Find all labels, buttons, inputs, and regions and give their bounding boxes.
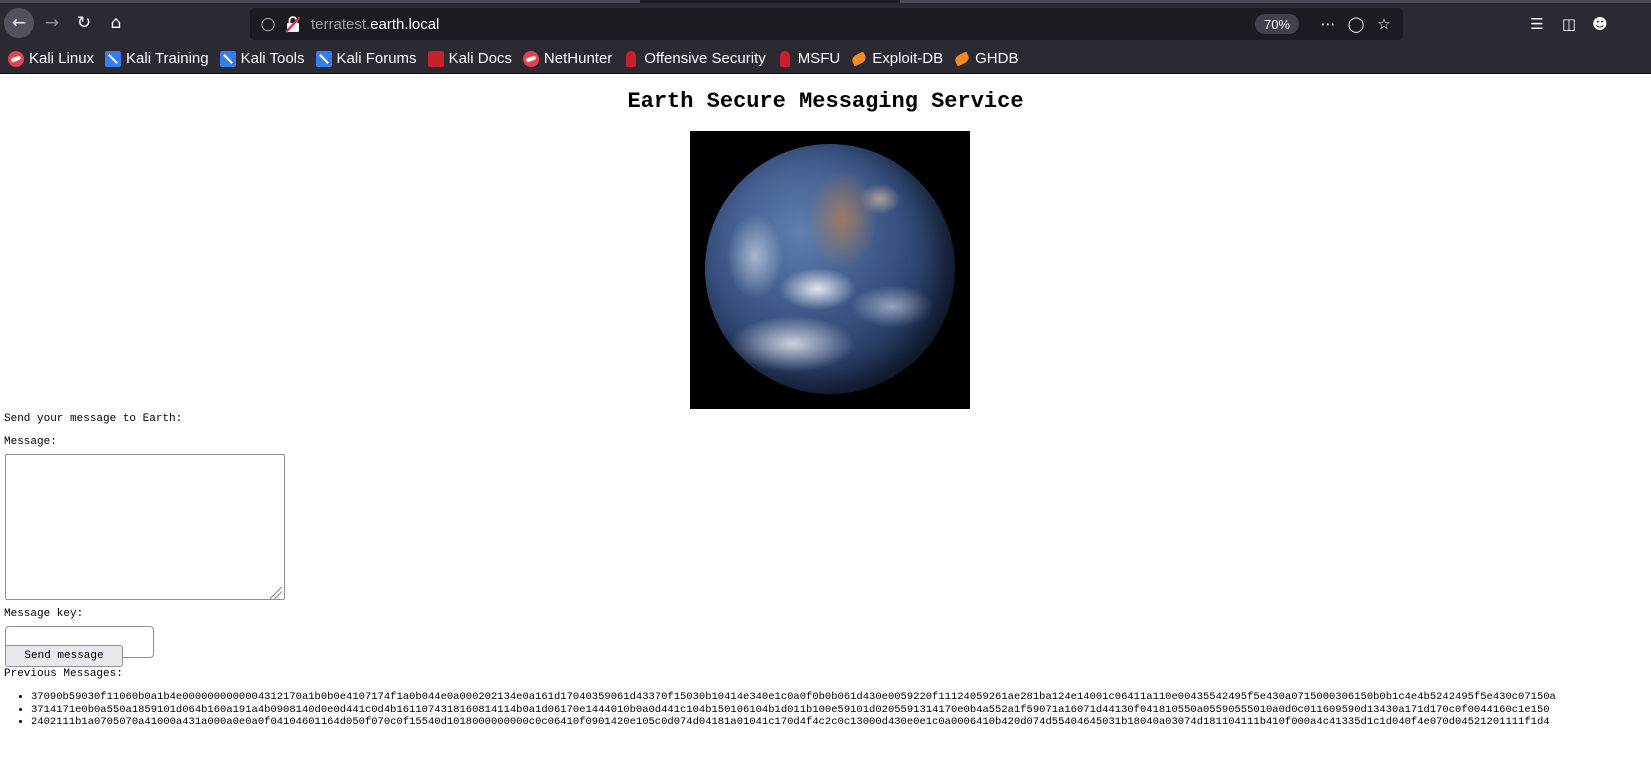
kali-training-icon — [219, 50, 236, 67]
account-icon[interactable]: ☻ — [1588, 12, 1612, 36]
bookmark-nethunter[interactable]: NetHunter — [522, 50, 612, 67]
previous-messages-label: Previous Messages: — [4, 668, 123, 680]
star-icon[interactable]: ☆ — [1373, 13, 1395, 35]
resize-grip-icon[interactable] — [270, 587, 282, 599]
kali-training-icon — [315, 50, 332, 67]
offsec-icon — [779, 50, 790, 67]
page-title: Earth Secure Messaging Service — [627, 89, 1024, 114]
list-item: 2402111b1a0705070a41000a431a000a0e0a0f04… — [31, 716, 1651, 729]
bookmark-kali-linux[interactable]: Kali Linux — [8, 50, 94, 67]
send-message-button[interactable]: Send message — [5, 645, 123, 667]
kali-training-icon — [105, 50, 122, 67]
offsec-icon — [626, 50, 637, 67]
bookmark-offensive-security[interactable]: Offensive Security — [623, 50, 766, 67]
bookmark-kali-training[interactable]: Kali Training — [105, 50, 209, 67]
bookmark-exploit-db[interactable]: Exploit-DB — [851, 50, 943, 67]
earth-globe-image — [690, 131, 970, 409]
navigation-toolbar: ← → ↻ ⌂ ◯ terratest.earth.local 70% ⋯ ◯ … — [0, 3, 1651, 44]
bookmark-kali-forums[interactable]: Kali Forums — [315, 50, 417, 67]
bookmark-kali-tools[interactable]: Kali Tools — [219, 50, 305, 67]
bookmark-ghdb[interactable]: GHDB — [954, 50, 1018, 67]
kali-dragon-icon — [522, 50, 539, 67]
message-key-label: Message key: — [4, 608, 84, 620]
back-arrow-icon[interactable]: ← — [4, 8, 34, 38]
reload-icon[interactable]: ↻ — [69, 8, 99, 38]
message-textarea[interactable] — [5, 454, 285, 600]
bookmark-msfu[interactable]: MSFU — [777, 50, 840, 67]
forward-arrow-icon[interactable]: → — [37, 8, 67, 38]
bookmark-kali-docs[interactable]: Kali Docs — [427, 50, 512, 67]
zoom-level-badge[interactable]: 70% — [1254, 14, 1299, 34]
bookmarks-toolbar: Kali Linux Kali Training Kali Tools Kali… — [0, 44, 1651, 74]
home-icon[interactable]: ⌂ — [101, 8, 131, 38]
earth-globe — [705, 144, 955, 394]
list-item: 3714171e0b0a550a1859101d064b160a191a4b09… — [31, 704, 1651, 717]
page-content: Earth Secure Messaging Service Send your… — [0, 75, 1651, 777]
tracking-shield-icon[interactable]: ◯ — [258, 17, 278, 32]
exploit-db-icon — [851, 51, 867, 67]
library-icon[interactable]: ☰ — [1525, 12, 1549, 36]
more-horizontal-icon[interactable]: ⋯ — [1317, 13, 1339, 35]
previous-messages-list: 37090b59030f11060b0a1b4e0000000000004312… — [0, 691, 1651, 729]
send-message-heading: Send your message to Earth: — [4, 413, 183, 425]
kali-dragon-icon — [8, 50, 24, 67]
insecure-lock-icon[interactable] — [284, 15, 302, 33]
url-text[interactable]: terratest.earth.local — [311, 16, 439, 33]
kali-docs-icon — [427, 50, 444, 67]
list-item: 37090b59030f11060b0a1b4e0000000000004312… — [31, 691, 1651, 704]
message-label: Message: — [4, 436, 57, 448]
exploit-db-icon — [954, 51, 970, 67]
sidebar-icon[interactable]: ◫ — [1557, 12, 1581, 36]
url-bar[interactable]: ◯ terratest.earth.local 70% ⋯ ◯ ☆ — [250, 8, 1403, 40]
pocket-icon[interactable]: ◯ — [1345, 13, 1367, 35]
